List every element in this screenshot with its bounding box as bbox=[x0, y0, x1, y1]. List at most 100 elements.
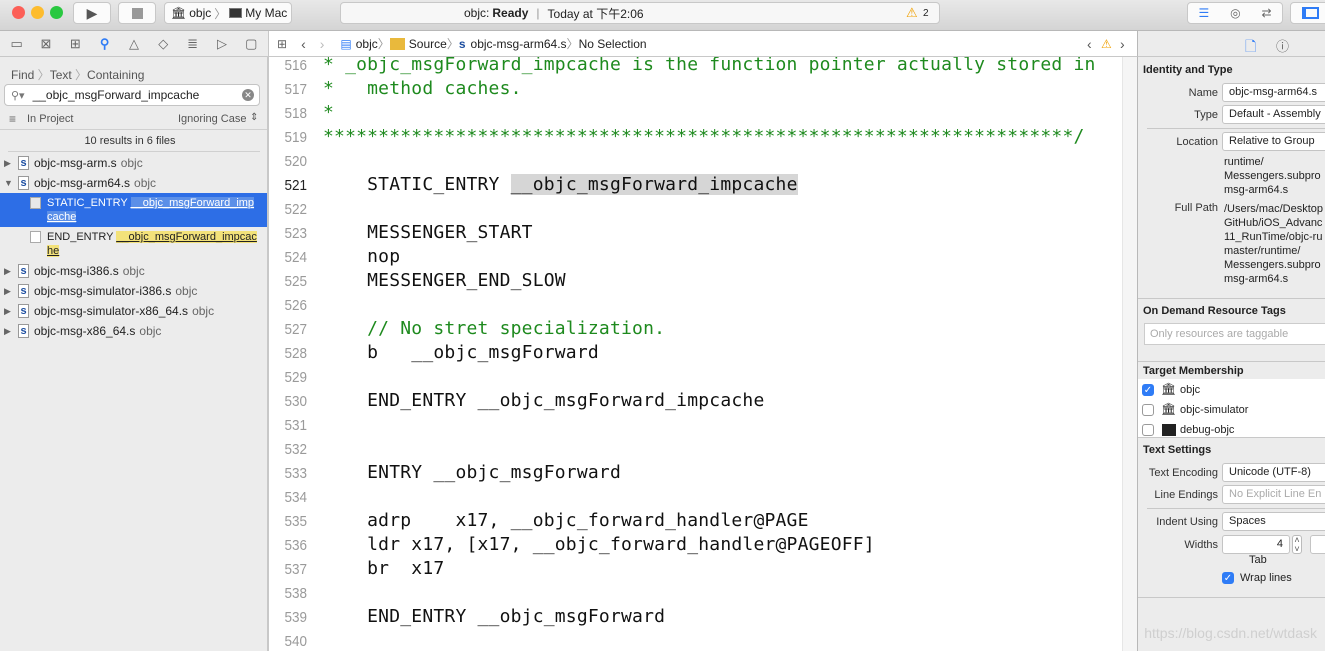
warning-icon[interactable]: ⚠ bbox=[1101, 37, 1112, 51]
code-line[interactable]: * method caches. bbox=[323, 78, 522, 99]
assistant-editor-icon[interactable]: ◎ bbox=[1230, 6, 1240, 20]
search-scope[interactable]: In Project bbox=[27, 113, 73, 125]
search-query[interactable]: __objc_msgForward_impcache bbox=[33, 88, 200, 102]
find-search-field[interactable]: ⚲▾ __objc_msgForward_impcache ✕ bbox=[4, 84, 260, 106]
code-line[interactable]: MESSENGER_END_SLOW bbox=[323, 270, 566, 291]
target-name: objc-simulator bbox=[1180, 404, 1249, 416]
disclosure-right-icon[interactable]: ▶ bbox=[4, 266, 14, 277]
code-text: STATIC_ENTRY bbox=[323, 174, 511, 195]
code-text: adrp x17, __objc_forward_handler@PAGE bbox=[323, 510, 809, 531]
stop-button[interactable] bbox=[118, 2, 156, 24]
code-line[interactable]: STATIC_ENTRY __objc_msgForward_impcache bbox=[323, 174, 798, 195]
stop-icon bbox=[131, 7, 143, 19]
code-text: br x17 bbox=[323, 558, 445, 579]
code-line[interactable]: nop bbox=[323, 246, 400, 267]
result-file-row[interactable]: ▶ s objc-msg-arm.s objc bbox=[0, 153, 267, 173]
source-control-icon[interactable]: ⊠ bbox=[38, 36, 54, 51]
code-line[interactable]: * bbox=[323, 102, 334, 123]
find-match[interactable]: Containing bbox=[87, 68, 144, 82]
help-icon[interactable]: ⓘ bbox=[1276, 36, 1289, 55]
test-icon[interactable]: ◇ bbox=[155, 36, 171, 51]
tab-width-field[interactable]: 4 bbox=[1222, 535, 1290, 554]
jump-group[interactable]: Source bbox=[409, 37, 447, 51]
chevron-right-icon: 〉 bbox=[214, 6, 227, 21]
jump-project[interactable]: objc bbox=[356, 37, 378, 51]
code-line[interactable]: MESSENGER_START bbox=[323, 222, 533, 243]
jump-symbol[interactable]: No Selection bbox=[579, 37, 647, 51]
editor-mode-segment[interactable]: ☰ ◎ ⇄ bbox=[1187, 2, 1283, 24]
debug-icon[interactable]: ≣ bbox=[185, 36, 201, 51]
code-line[interactable]: END_ENTRY __objc_msgForward bbox=[323, 606, 665, 627]
jump-file[interactable]: objc-msg-arm64.s bbox=[471, 37, 567, 51]
code-line[interactable]: // No stret specialization. bbox=[323, 318, 665, 339]
target-checkbox[interactable] bbox=[1142, 404, 1154, 416]
target-checkbox[interactable]: ✓ bbox=[1142, 384, 1154, 396]
run-button[interactable]: ▶ bbox=[73, 2, 111, 24]
code-line[interactable]: br x17 bbox=[323, 558, 444, 579]
navigator-toggle-button[interactable] bbox=[1290, 2, 1325, 24]
close-window-button[interactable] bbox=[12, 6, 25, 19]
find-type[interactable]: Text bbox=[50, 68, 72, 82]
folder-icon[interactable]: ▭ bbox=[9, 36, 25, 51]
result-file-row[interactable]: ▶ s objc-msg-simulator-x86_64.s objc bbox=[0, 301, 267, 321]
related-items-icon[interactable]: ⊞ bbox=[277, 37, 287, 51]
source-editor[interactable]: 516 * _objc_msgForward_impcache is the fu… bbox=[268, 57, 1122, 651]
location-popup[interactable]: Relative to Group bbox=[1222, 132, 1325, 151]
indent-width-field[interactable] bbox=[1310, 535, 1325, 554]
code-line[interactable]: b __objc_msgForward bbox=[323, 342, 599, 363]
disclosure-right-icon[interactable]: ▶ bbox=[4, 306, 14, 317]
file-target: objc bbox=[120, 156, 143, 170]
type-popup[interactable]: Default - Assembly bbox=[1222, 105, 1325, 124]
name-field[interactable]: objc-msg-arm64.s bbox=[1222, 83, 1325, 102]
result-match-row-selected[interactable]: STATIC_ENTRY __objc_msgForward_imp cache bbox=[0, 193, 267, 227]
tags-field[interactable]: Only resources are taggable bbox=[1144, 323, 1325, 345]
line-endings-popup[interactable]: No Explicit Line En bbox=[1222, 485, 1325, 504]
code-line[interactable]: END_ENTRY __objc_msgForward_impcache bbox=[323, 390, 764, 411]
clear-icon[interactable]: ✕ bbox=[242, 89, 254, 101]
indent-popup[interactable]: Spaces bbox=[1222, 512, 1325, 531]
target-checkbox[interactable] bbox=[1142, 424, 1154, 436]
code-line[interactable]: ENTRY __objc_msgForward bbox=[323, 462, 621, 483]
minimize-window-button[interactable] bbox=[31, 6, 44, 19]
find-mode[interactable]: Find bbox=[11, 68, 34, 82]
report-icon[interactable]: ▢ bbox=[243, 36, 259, 51]
forward-icon[interactable]: › bbox=[320, 36, 325, 52]
case-mode-selector[interactable]: Ignoring Case bbox=[178, 113, 247, 125]
find-mode-breadcrumb[interactable]: Find 〉Text 〉Containing bbox=[11, 66, 144, 83]
code-text: ENTRY __objc_msgForward bbox=[323, 462, 621, 483]
result-file-row[interactable]: ▶ s objc-msg-i386.s objc bbox=[0, 261, 267, 281]
previous-issue-icon[interactable]: ‹ bbox=[1087, 36, 1092, 52]
version-editor-icon[interactable]: ⇄ bbox=[1261, 6, 1271, 20]
next-issue-icon[interactable]: › bbox=[1120, 36, 1125, 52]
tab-width-stepper[interactable]: ˄ ˅ bbox=[1292, 535, 1302, 554]
disclosure-right-icon[interactable]: ▶ bbox=[4, 326, 14, 337]
result-file-row[interactable]: ▶ s objc-msg-x86_64.s objc bbox=[0, 321, 267, 341]
file-name: objc-msg-simulator-x86_64.s bbox=[34, 304, 189, 318]
result-file-row[interactable]: ▶ s objc-msg-simulator-i386.s objc bbox=[0, 281, 267, 301]
code-line[interactable]: ldr x17, [x17, __objc_forward_handler@PA… bbox=[323, 534, 875, 555]
warning-icon[interactable]: △ bbox=[126, 36, 142, 51]
code-line[interactable]: ****************************************… bbox=[323, 126, 1085, 147]
encoding-popup[interactable]: Unicode (UTF-8) bbox=[1222, 463, 1325, 482]
scheme-selector[interactable]: 🏛 objc 〉 My Mac bbox=[164, 2, 292, 24]
line-number: 539 bbox=[284, 609, 307, 626]
result-match-row[interactable]: END_ENTRY __objc_msgForward_impcac he bbox=[0, 227, 267, 261]
zoom-window-button[interactable] bbox=[50, 6, 63, 19]
result-match: __objc_msgForward_impcac bbox=[116, 231, 257, 243]
warning-count[interactable]: 2 bbox=[923, 8, 929, 19]
disclosure-down-icon[interactable]: ▼ bbox=[4, 178, 14, 188]
assembly-file-icon: s bbox=[18, 324, 29, 338]
wrap-lines-checkbox[interactable]: ✓ bbox=[1222, 572, 1234, 584]
breakpoint-icon[interactable]: ▷ bbox=[214, 36, 230, 51]
hierarchy-icon[interactable]: ⊞ bbox=[67, 36, 83, 51]
warning-icon[interactable]: ⚠ bbox=[906, 5, 918, 21]
code-line[interactable]: * _objc_msgForward_impcache is the funct… bbox=[323, 57, 1096, 75]
code-line[interactable]: adrp x17, __objc_forward_handler@PAGE bbox=[323, 510, 809, 531]
standard-editor-icon[interactable]: ☰ bbox=[1198, 6, 1209, 20]
disclosure-right-icon[interactable]: ▶ bbox=[4, 158, 14, 169]
editor-scroll-gutter[interactable] bbox=[1122, 57, 1137, 651]
back-icon[interactable]: ‹ bbox=[301, 36, 306, 52]
search-icon[interactable]: ⚲ bbox=[97, 36, 113, 51]
disclosure-right-icon[interactable]: ▶ bbox=[4, 286, 14, 297]
result-file-row[interactable]: ▼ s objc-msg-arm64.s objc bbox=[0, 173, 267, 193]
